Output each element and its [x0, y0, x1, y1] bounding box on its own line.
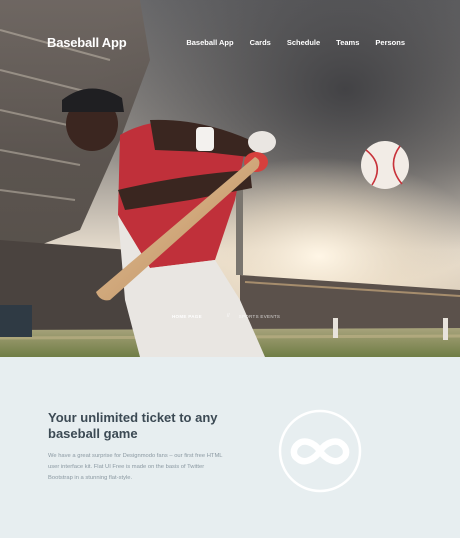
breadcrumb: HOME PAGE // SPORTS EVENTS: [172, 313, 280, 319]
feature-title: Your unlimited ticket to any baseball ga…: [48, 410, 218, 441]
nav-item-teams[interactable]: Teams: [336, 38, 359, 47]
feature-description: We have a great surprise for Designmodo …: [48, 453, 223, 481]
infinity-icon: [278, 409, 362, 493]
nav-item-persons[interactable]: Persons: [375, 38, 405, 47]
hero-section: Baseball App Baseball App Cards Schedule…: [0, 0, 460, 357]
feature-section: Your unlimited ticket to any baseball ga…: [0, 357, 460, 538]
breadcrumb-sports-events-link[interactable]: SPORTS EVENTS: [239, 314, 281, 319]
top-navigation: Baseball App Baseball App Cards Schedule…: [0, 0, 460, 80]
breadcrumb-separator: //: [226, 313, 230, 319]
brand-logo[interactable]: Baseball App: [47, 35, 127, 50]
nav-item-baseball-app[interactable]: Baseball App: [186, 38, 233, 47]
nav-item-schedule[interactable]: Schedule: [287, 38, 320, 47]
main-menu: Baseball App Cards Schedule Teams Person…: [170, 38, 405, 47]
page: Baseball App Baseball App Cards Schedule…: [0, 0, 460, 538]
nav-item-cards[interactable]: Cards: [250, 38, 271, 47]
breadcrumb-home-link[interactable]: HOME PAGE: [172, 314, 202, 319]
